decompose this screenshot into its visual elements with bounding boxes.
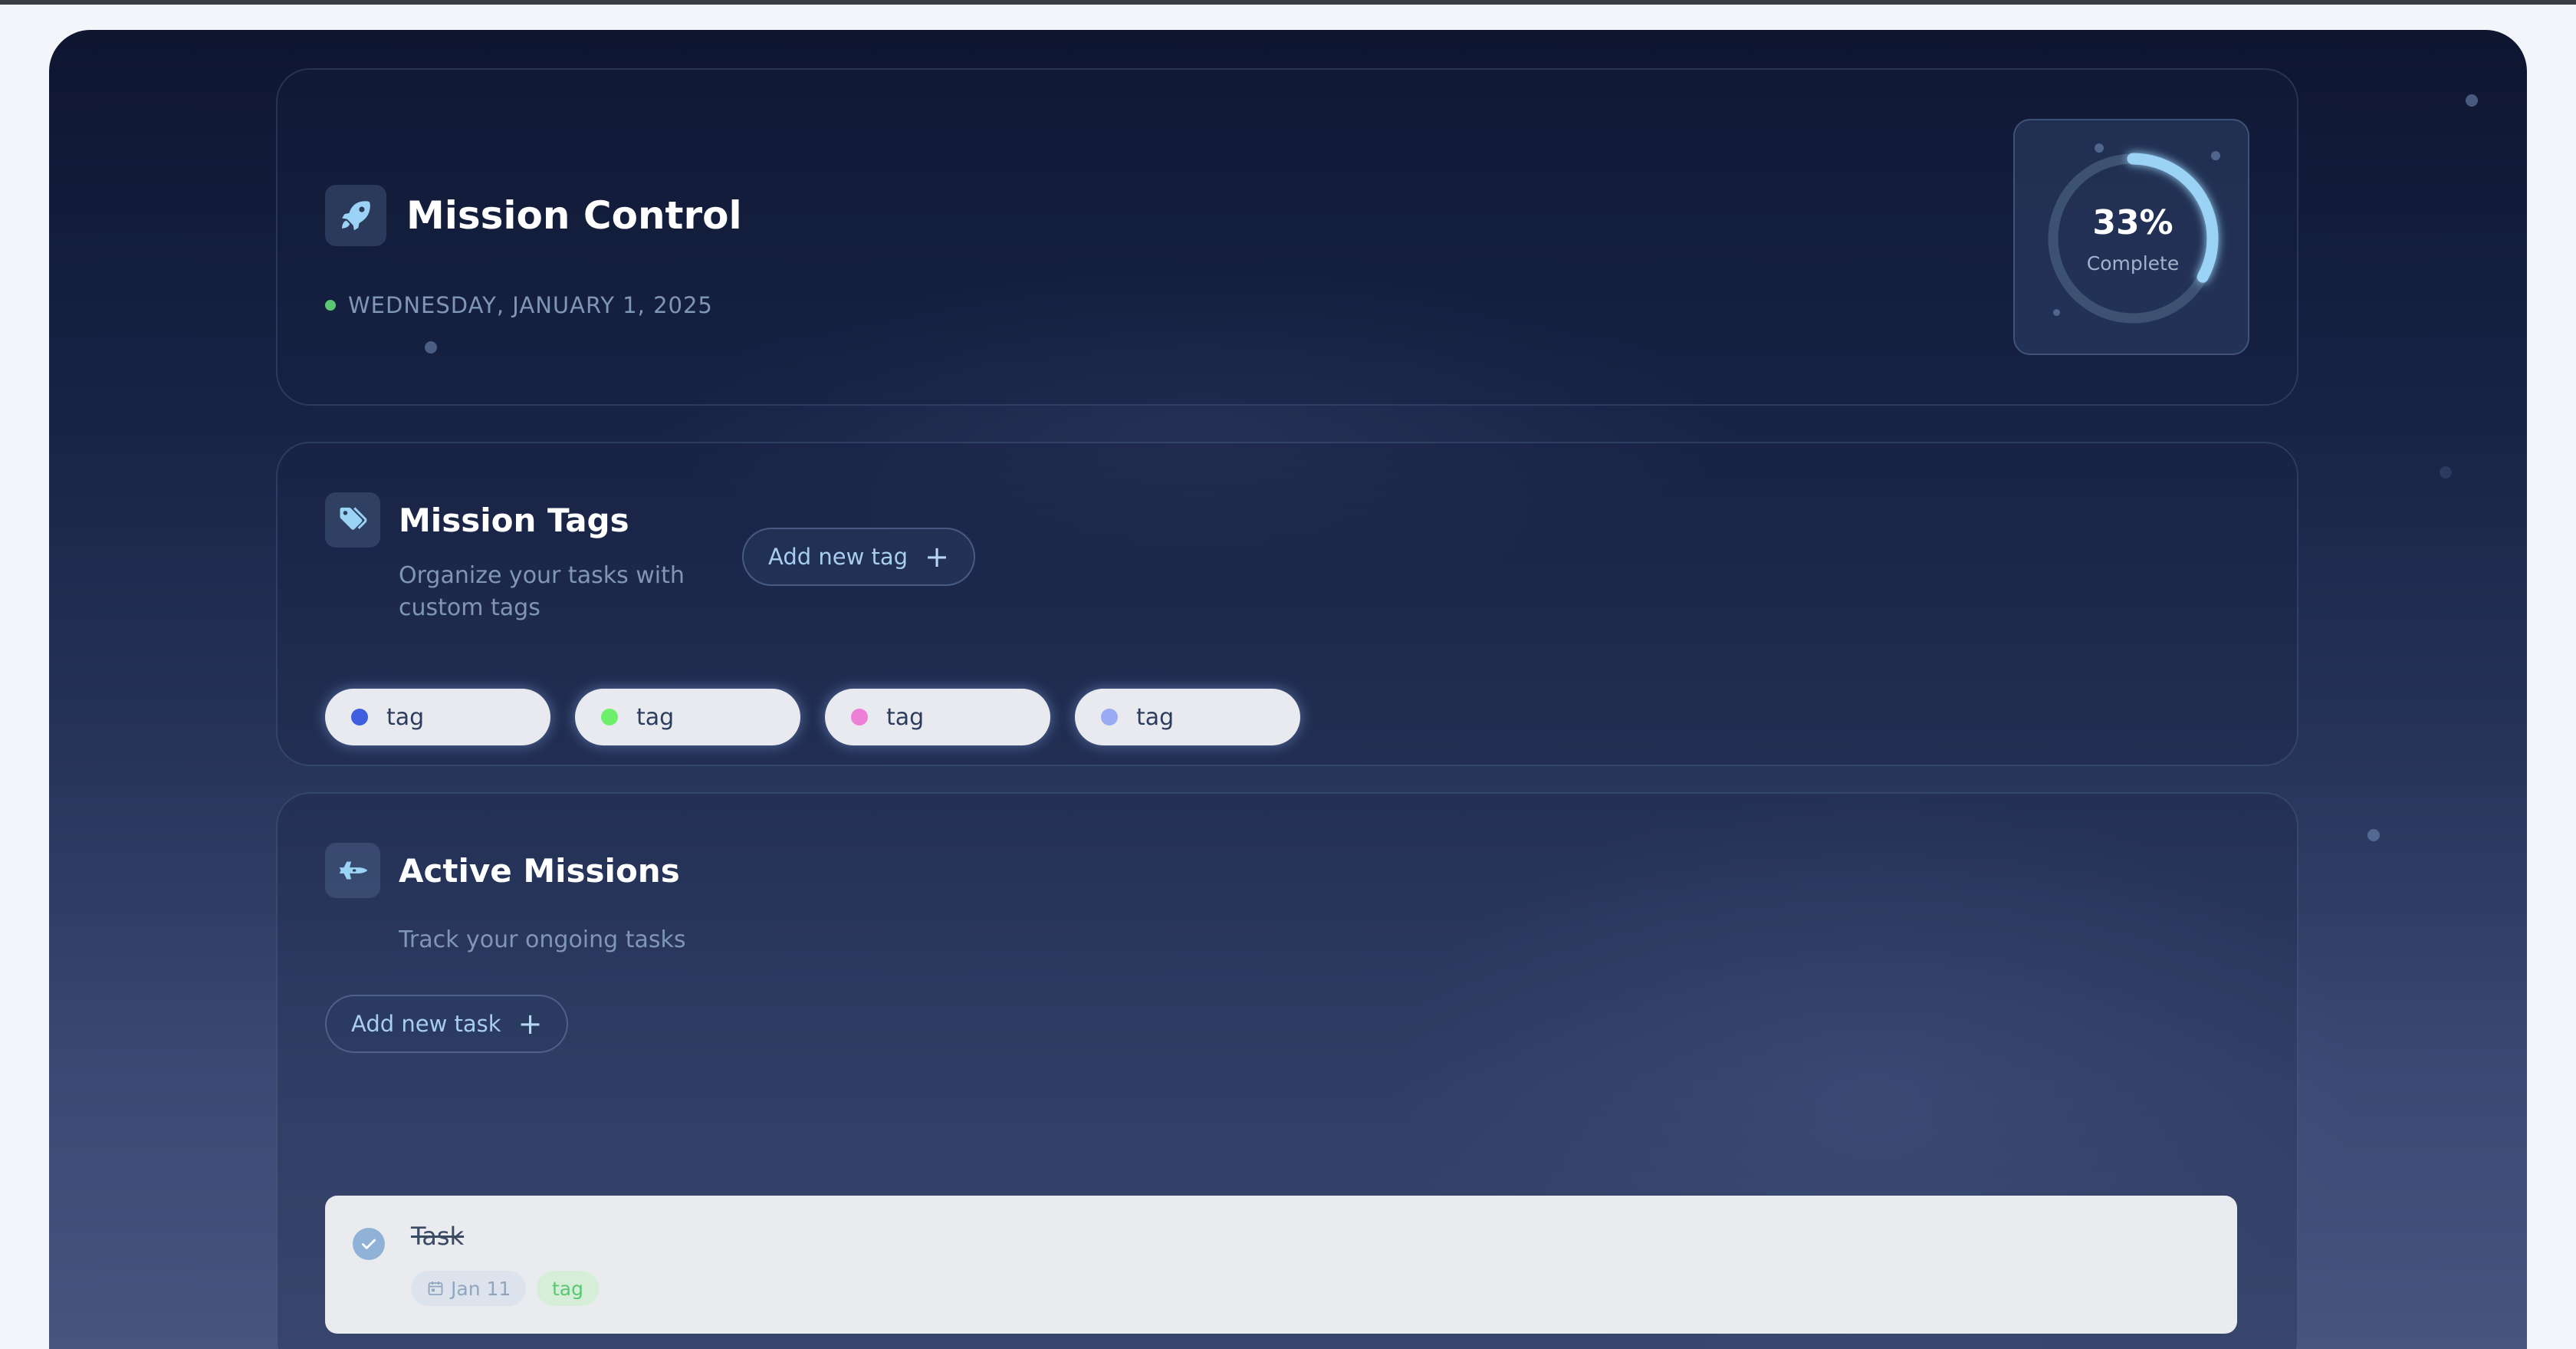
task-title: Task	[411, 1222, 465, 1251]
decor-dot	[2440, 466, 2452, 479]
rocket-icon	[325, 185, 386, 246]
tag-chip[interactable]: tag	[575, 689, 800, 745]
calendar-icon	[428, 1282, 443, 1295]
tag-chip[interactable]: tag	[825, 689, 1050, 745]
decor-dot	[2466, 94, 2478, 107]
tag-chip[interactable]: tag	[1075, 689, 1300, 745]
add-tag-button[interactable]: Add new tag +	[742, 528, 975, 586]
tag-icon	[325, 492, 380, 548]
add-task-label: Add new task	[351, 1011, 501, 1037]
section-subtitle-tags: Organize your tasks with custom tags	[399, 560, 685, 624]
plus-icon: +	[925, 540, 949, 574]
tag-label: tag	[636, 703, 675, 731]
task-due-date: Jan 11	[411, 1271, 527, 1306]
decor-dot	[425, 341, 437, 354]
status-dot	[325, 300, 336, 311]
window-top-border	[0, 0, 2576, 5]
plus-icon: +	[518, 1007, 543, 1041]
tag-label: tag	[386, 703, 425, 731]
header-card: Mission Control WEDNESDAY, JANUARY 1, 20…	[276, 68, 2478, 406]
task-checkbox[interactable]	[353, 1228, 385, 1260]
subtitle-line: Organize your tasks with	[399, 562, 685, 589]
add-task-button[interactable]: Add new task +	[325, 995, 569, 1053]
task-item[interactable]: Task Jan 11 tag	[325, 1196, 2237, 1334]
subtitle-line: custom tags	[399, 594, 540, 621]
section-title-missions: Active Missions	[399, 852, 680, 890]
shuttle-icon	[325, 843, 380, 898]
task-date-label: Jan 11	[451, 1277, 511, 1300]
tag-color-dot	[1101, 709, 1118, 725]
tag-color-dot	[601, 709, 618, 725]
task-tag-badge: tag	[537, 1271, 599, 1306]
add-tag-label: Add new tag	[768, 544, 909, 570]
tag-color-dot	[351, 709, 368, 725]
tag-label: tag	[886, 703, 925, 731]
missions-card: Active Missions Track your ongoing tasks…	[276, 792, 2380, 1349]
tag-label: tag	[1136, 703, 1175, 731]
page-title: Mission Control	[406, 193, 742, 238]
progress-label: Complete	[2086, 252, 2180, 275]
current-date: WEDNESDAY, JANUARY 1, 2025	[348, 292, 713, 318]
tag-chip[interactable]: tag	[325, 689, 550, 745]
tag-color-dot	[851, 709, 868, 725]
progress-percent: 33%	[2092, 203, 2174, 242]
section-subtitle-missions: Track your ongoing tasks	[399, 926, 686, 953]
decor-dot	[2367, 829, 2380, 841]
checkmark-icon	[362, 1239, 376, 1249]
progress-widget: 33% Complete	[2013, 119, 2249, 355]
section-title-tags: Mission Tags	[399, 502, 629, 539]
tags-card: Mission Tags Organize your tasks with cu…	[276, 442, 2452, 766]
app-container: Mission Control WEDNESDAY, JANUARY 1, 20…	[49, 30, 2527, 1349]
date-row: WEDNESDAY, JANUARY 1, 2025	[325, 292, 713, 318]
